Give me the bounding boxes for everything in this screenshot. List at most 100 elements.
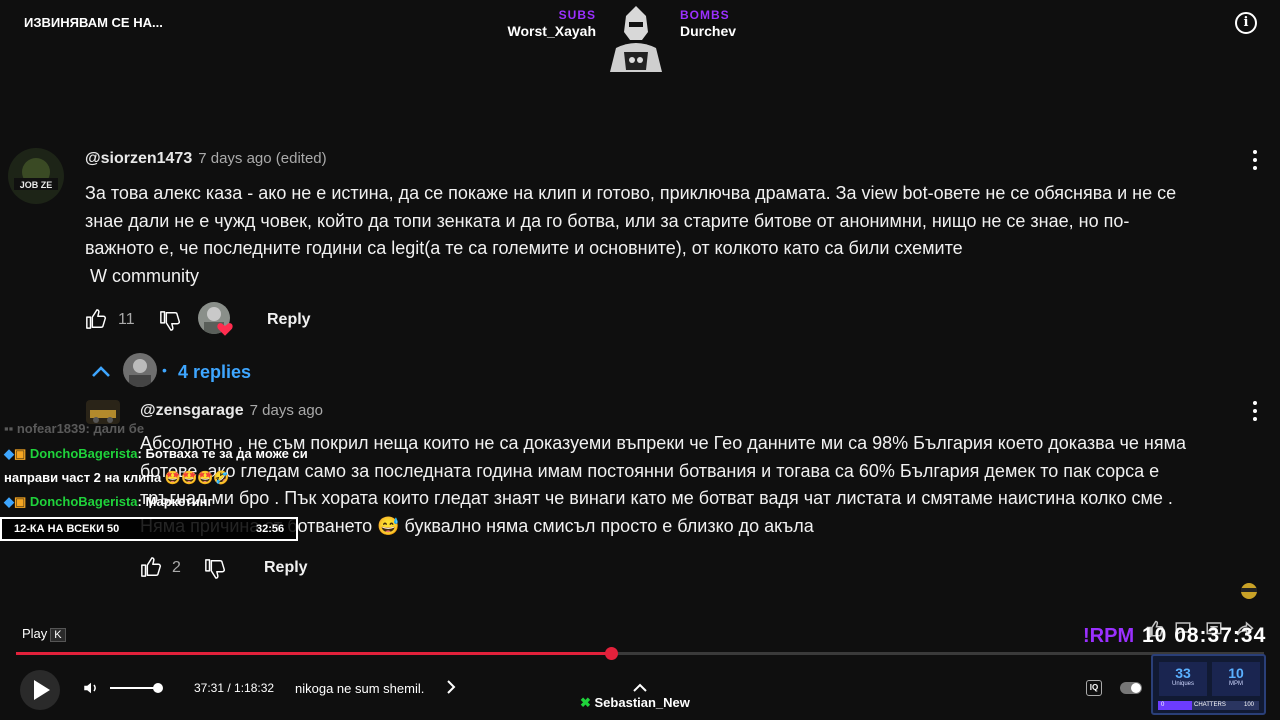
reply-line: Няма причина от ботването 😅 буквално ням… [140, 515, 814, 536]
chat-badge-icon: ▣ [14, 494, 30, 509]
mpm-card: 10 MPM [1212, 662, 1260, 696]
thumbs-up-icon [86, 309, 107, 329]
subs-label: SUBS [558, 8, 596, 22]
chat-message: ◆▣ DonchoBagerista: Ботваха те за да мож… [4, 442, 308, 466]
chapter-title[interactable]: nikoga ne sum shemil. [295, 681, 424, 696]
like-count: 11 [118, 311, 135, 328]
channel-logo [602, 4, 670, 74]
chat-user: nofear1839 [16, 421, 86, 436]
reply-body: Абсолютно , не съм покрил неща които не … [140, 430, 1275, 540]
chat-message: ▪▪ nofear1839: дали бе [4, 417, 308, 441]
comment-line: За това алекс каза - ако не е истина, да… [85, 183, 1177, 203]
bombs-widget: BOMBS Durchev [680, 8, 800, 40]
chevron-up-icon[interactable] [90, 362, 112, 385]
comment-icon [1205, 620, 1223, 643]
chat-bubble-icon [1174, 620, 1192, 643]
reply-like-count: 2 [172, 559, 181, 576]
subs-widget: SUBS Worst_Xayah [500, 8, 596, 40]
comment-line: знае дали не е чужд човек, който да топи… [85, 210, 1130, 231]
chat-badge-icon: ◆ [4, 446, 14, 461]
uniques-value: 33 [1175, 665, 1191, 681]
chatters-max: 100 [1244, 702, 1255, 708]
replies-toggle[interactable]: 4 replies [178, 362, 251, 383]
chat-badge-icon: ◆ [4, 494, 14, 509]
sunglasses-emote-icon [1238, 582, 1260, 605]
progress-scrubber[interactable] [605, 647, 618, 660]
quality-icon[interactable]: IQ [1086, 680, 1102, 696]
autoplay-toggle[interactable] [1120, 682, 1142, 694]
avatar-text: JOB ZE [20, 180, 53, 190]
uniques-label: Uniques [1171, 681, 1194, 687]
comment-body: За това алекс каза - ако не е истина, да… [85, 180, 1265, 290]
comment-menu-icon[interactable] [1253, 150, 1257, 174]
comment-line: важното е, че последните години са legit… [85, 238, 963, 258]
play-tooltip-label: Play [22, 626, 48, 641]
time-display: 37:31 / 1:18:32 [194, 681, 275, 695]
bullet-dot: • [162, 362, 167, 378]
comment-time[interactable]: 7 days ago (edited) [198, 150, 326, 167]
chat-stats-panel: 33 Uniques 10 MPM 0 CHATTERS 100 [1151, 654, 1266, 715]
volume-slider[interactable] [153, 683, 163, 693]
play-button[interactable] [20, 670, 60, 710]
reply-button[interactable]: Reply [267, 311, 311, 329]
chat-message: ◆▣ DonchoBagerista: Маркетинг [4, 490, 308, 514]
mpm-value: 10 [1228, 665, 1244, 681]
chat-badge-icon: ▣ [14, 446, 30, 461]
chevron-right-icon[interactable] [445, 679, 457, 700]
reply-line: ботове. ако гледам само за последната го… [140, 460, 1160, 481]
rpm-command: !RPM [1083, 625, 1135, 647]
subs-name: Worst_Xayah [507, 23, 596, 39]
uniques-card: 33 Uniques [1159, 662, 1207, 696]
reply-reply-button[interactable]: Reply [264, 559, 308, 577]
sword-icon: ✖ [580, 695, 595, 710]
bombs-name: Durchev [680, 23, 737, 39]
now-playing-user: Sebastian_New [594, 695, 690, 710]
play-shortcut-key: K [50, 628, 66, 642]
stream-title: ИЗВИНЯВАМ СЕ НА... [24, 15, 163, 30]
heart-icon [217, 323, 233, 336]
chat-badge-icon: ▪▪ [4, 421, 17, 436]
comment-author[interactable]: @siorzen1473 [85, 150, 192, 167]
play-tooltip: Play K [22, 626, 66, 642]
box-timer-bar: 12-КА НА ВСЕКИ 50 32:56 [0, 517, 298, 541]
box-timer-value: 32:56 [256, 523, 285, 535]
like-overlay-icon [1146, 620, 1164, 643]
mpm-label: MPM [1229, 681, 1243, 687]
chat-user: DonchoBagerista [29, 494, 138, 509]
reply-dislike-button[interactable] [204, 558, 226, 585]
now-playing: ✖ Sebastian_New [580, 695, 690, 711]
creator-heart [198, 302, 234, 338]
reply-line: тръгнал ми брo . Пък хората които гледат… [140, 488, 1173, 508]
chat-message-cont: направи част 2 на клипа 🤩🤩🤩🤣 [4, 470, 230, 485]
like-button[interactable] [85, 308, 107, 335]
comment-avatar[interactable]: JOB ZE [8, 148, 64, 204]
reply-line: Абсолютно , не съм покрил неща които не … [140, 433, 1186, 453]
reply-menu-icon[interactable] [1253, 401, 1257, 425]
comment-line: W community [85, 265, 200, 286]
chat-overlay: ▪▪ nofear1839: дали бе ◆▣ DonchoBagerist… [4, 417, 308, 514]
reply-like-button[interactable] [140, 556, 162, 583]
toggle-knob [1131, 683, 1141, 693]
chatters-min: 0 [1161, 702, 1165, 708]
progress-fill [16, 652, 611, 655]
bombs-label: BOMBS [680, 8, 730, 22]
chat-text: : Ботваха те за да може си [137, 446, 308, 461]
thumbs-up-icon [141, 557, 162, 577]
chat-text: : Маркетинг [137, 494, 213, 509]
thumbs-down-icon [205, 559, 226, 579]
info-icon[interactable]: i [1235, 12, 1257, 34]
thumbs-down-icon [160, 311, 181, 331]
chatters-label: CHATTERS [1194, 702, 1226, 708]
volume-icon [84, 682, 96, 694]
chat-text: : дали бе [85, 421, 145, 436]
reply-avatar [123, 353, 157, 387]
chatters-bar: 0 CHATTERS 100 [1158, 701, 1259, 710]
dislike-button[interactable] [159, 310, 181, 337]
share-icon [1236, 620, 1254, 643]
chat-user: DonchoBagerista [29, 446, 138, 461]
comment-header: @siorzen1473 7 days ago (edited) [85, 150, 327, 168]
play-icon [34, 680, 50, 700]
volume-button[interactable] [82, 679, 100, 702]
box-timer-label: 12-КА НА ВСЕКИ 50 [14, 523, 120, 535]
volume-fill [110, 687, 158, 689]
